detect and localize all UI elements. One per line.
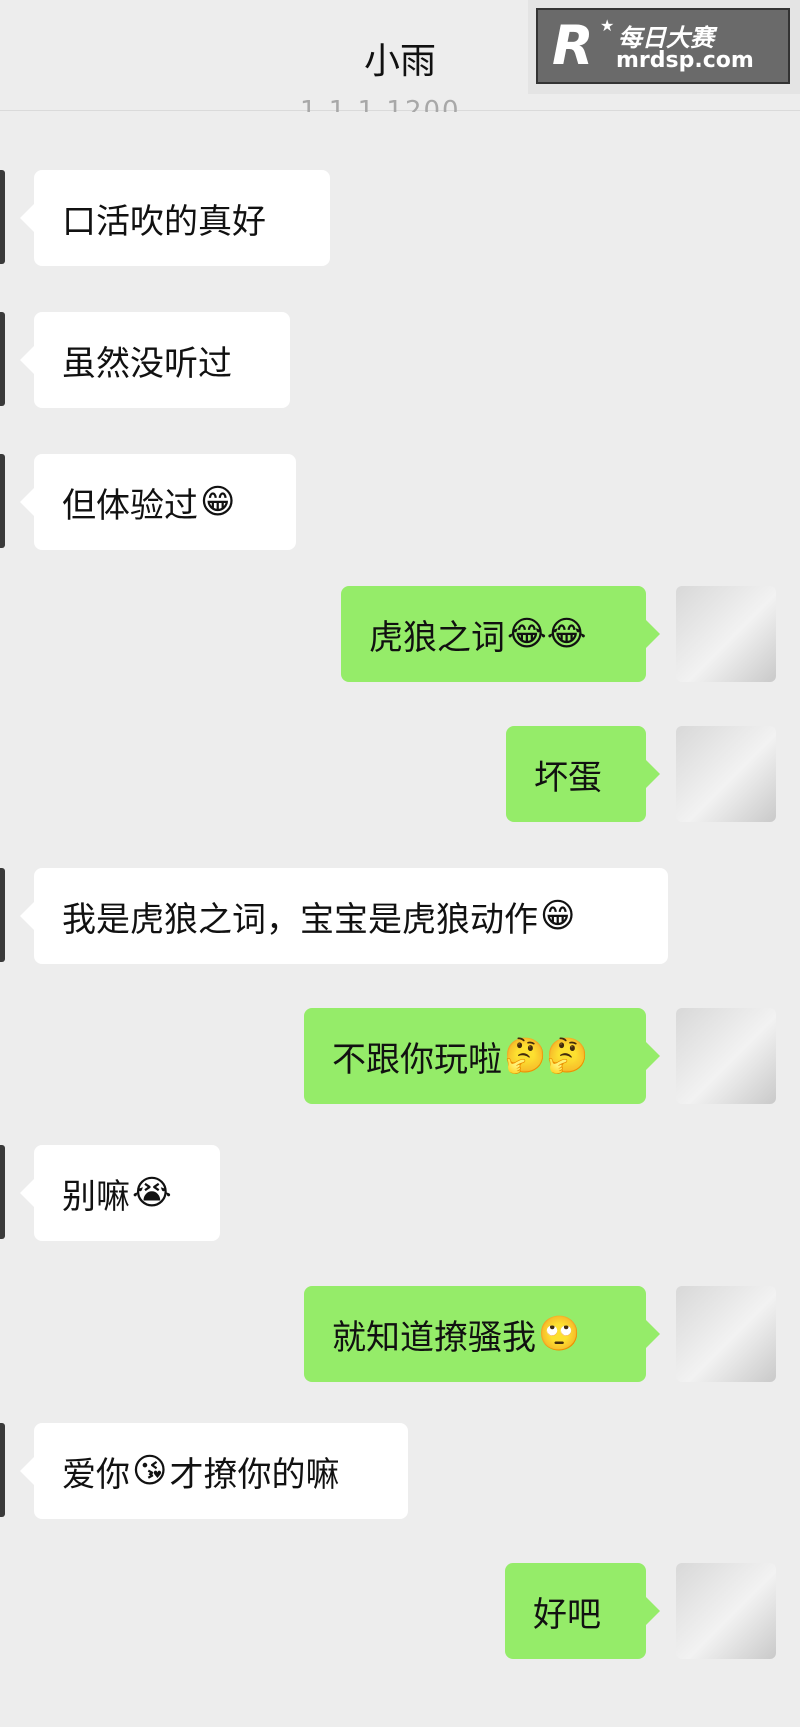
grin-emoji-icon: 😁 — [540, 896, 576, 936]
self-avatar-icon[interactable] — [676, 1286, 776, 1382]
message-bubble-incoming[interactable]: 虽然没听过 — [20, 312, 290, 408]
message-text: 好吧 — [533, 1594, 601, 1635]
crying-emoji-icon: 😭 — [132, 1173, 172, 1213]
eye-roll-emoji-icon: 🙄 — [538, 1314, 581, 1354]
message-bubble-outgoing[interactable]: 虎狼之词 😂😂 — [341, 586, 660, 682]
message-text: 口活吹的真好 — [62, 201, 266, 242]
contact-avatar-icon[interactable] — [0, 312, 5, 406]
timestamp-fragment: 1 1 1 1200 — [300, 96, 461, 112]
message-bubble-outgoing[interactable]: 好吧 — [505, 1563, 660, 1659]
message-text: 坏蛋 — [534, 757, 602, 798]
contact-avatar-icon[interactable] — [0, 454, 5, 548]
message-text: 但体验过 — [62, 485, 198, 526]
message-bubble-incoming[interactable]: 口活吹的真好 — [20, 170, 330, 266]
self-avatar-icon[interactable] — [676, 1563, 776, 1659]
message-bubble-incoming[interactable]: 我是虎狼之词，宝宝是虎狼动作 😁 — [20, 868, 668, 964]
message-text: 不跟你玩啦 — [332, 1039, 502, 1080]
message-bubble-incoming[interactable]: 但体验过 😁 — [20, 454, 296, 550]
contact-avatar-icon[interactable] — [0, 1423, 5, 1517]
message-bubble-outgoing[interactable]: 坏蛋 — [506, 726, 660, 822]
watermark-box: R ★ 每日大赛 mrdsp.com — [536, 8, 790, 84]
laugh-tears-emoji-icon: 😂😂 — [507, 614, 587, 654]
self-avatar-icon[interactable] — [676, 726, 776, 822]
watermark-star-icon: ★ — [600, 16, 615, 35]
watermark-logo: R — [552, 14, 594, 77]
message-bubble-outgoing[interactable]: 不跟你玩啦 🤔🤔 — [304, 1008, 660, 1104]
message-text: 我是虎狼之词，宝宝是虎狼动作 — [62, 899, 538, 940]
watermark-url: mrdsp.com — [616, 48, 754, 73]
message-text: 就知道撩骚我 — [332, 1317, 536, 1358]
watermark: R ★ 每日大赛 mrdsp.com — [528, 0, 800, 94]
self-avatar-icon[interactable] — [676, 1008, 776, 1104]
thinking-emoji-icon: 🤔🤔 — [504, 1036, 589, 1076]
kiss-emoji-icon: 😘 — [132, 1451, 168, 1491]
message-bubble-incoming[interactable]: 别嘛 😭 — [20, 1145, 220, 1241]
message-text-continued: 才撩你的嘛 — [169, 1454, 340, 1495]
message-text: 虎狼之词 — [369, 617, 505, 658]
message-text: 别嘛 — [62, 1176, 130, 1217]
grin-emoji-icon: 😁 — [200, 482, 236, 522]
self-avatar-icon[interactable] — [676, 586, 776, 682]
contact-avatar-icon[interactable] — [0, 1145, 5, 1239]
message-bubble-outgoing[interactable]: 就知道撩骚我 🙄 — [304, 1286, 660, 1382]
message-text: 爱你 — [62, 1454, 130, 1495]
message-bubble-incoming[interactable]: 爱你 😘 才撩你的嘛 — [20, 1423, 408, 1519]
contact-avatar-icon[interactable] — [0, 170, 5, 264]
contact-avatar-icon[interactable] — [0, 868, 5, 962]
message-text: 虽然没听过 — [62, 343, 232, 384]
